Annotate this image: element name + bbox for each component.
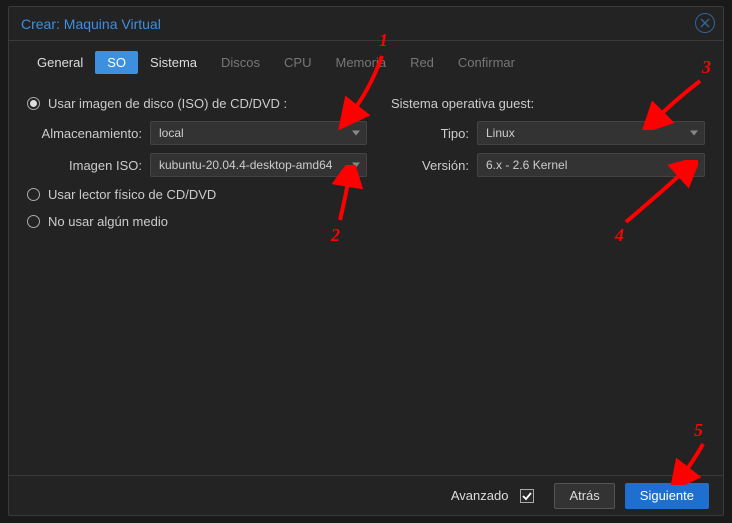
radio-physical[interactable]: Usar lector físico de CD/DVD [27, 181, 367, 208]
radio-label: No usar algún medio [48, 214, 168, 229]
chevron-down-icon [690, 163, 698, 168]
tab-memoria[interactable]: Memoria [323, 51, 398, 74]
version-dropdown[interactable]: 6.x - 2.6 Kernel [477, 153, 705, 177]
right-column: Sistema operativa guest: Tipo: Linux Ver… [391, 90, 705, 235]
version-value: 6.x - 2.6 Kernel [486, 158, 567, 172]
vm-create-dialog: Crear: Maquina Virtual General SO Sistem… [8, 6, 724, 516]
tab-general[interactable]: General [25, 51, 95, 74]
type-dropdown[interactable]: Linux [477, 121, 705, 145]
type-value: Linux [486, 126, 515, 140]
tab-bar: General SO Sistema Discos CPU Memoria Re… [9, 41, 723, 82]
storage-value: local [159, 126, 184, 140]
storage-row: Almacenamiento: local [27, 117, 367, 149]
close-button[interactable] [695, 13, 715, 33]
radio-icon [27, 215, 40, 228]
iso-row: Imagen ISO: kubuntu-20.04.4-desktop-amd6… [27, 149, 367, 181]
tab-so[interactable]: SO [95, 51, 138, 74]
close-icon [700, 18, 710, 28]
iso-label: Imagen ISO: [27, 158, 142, 173]
type-row: Tipo: Linux [391, 117, 705, 149]
iso-dropdown[interactable]: kubuntu-20.04.4-desktop-amd64 [150, 153, 367, 177]
tab-red[interactable]: Red [398, 51, 446, 74]
version-label: Versión: [391, 158, 469, 173]
tab-discos[interactable]: Discos [209, 51, 272, 74]
chevron-down-icon [352, 131, 360, 136]
storage-label: Almacenamiento: [27, 126, 142, 141]
radio-use-iso[interactable]: Usar imagen de disco (ISO) de CD/DVD : [27, 90, 367, 117]
tab-sistema[interactable]: Sistema [138, 51, 209, 74]
storage-dropdown[interactable]: local [150, 121, 367, 145]
dialog-footer: Avanzado Atrás Siguiente [9, 475, 723, 515]
radio-label: Usar imagen de disco (ISO) de CD/DVD : [48, 96, 287, 111]
dialog-header: Crear: Maquina Virtual [9, 7, 723, 41]
tab-confirmar[interactable]: Confirmar [446, 51, 527, 74]
next-button[interactable]: Siguiente [625, 483, 709, 509]
dialog-title: Crear: Maquina Virtual [21, 16, 161, 32]
check-icon [522, 491, 532, 501]
chevron-down-icon [352, 163, 360, 168]
advanced-label: Avanzado [451, 488, 509, 503]
back-button[interactable]: Atrás [554, 483, 614, 509]
iso-value: kubuntu-20.04.4-desktop-amd64 [159, 158, 332, 172]
guest-os-title: Sistema operativa guest: [391, 90, 705, 117]
left-column: Usar imagen de disco (ISO) de CD/DVD : A… [27, 90, 367, 235]
dialog-body: Usar imagen de disco (ISO) de CD/DVD : A… [9, 82, 723, 243]
radio-label: Usar lector físico de CD/DVD [48, 187, 216, 202]
advanced-checkbox[interactable] [520, 489, 534, 503]
chevron-down-icon [690, 131, 698, 136]
radio-icon [27, 188, 40, 201]
version-row: Versión: 6.x - 2.6 Kernel [391, 149, 705, 181]
type-label: Tipo: [391, 126, 469, 141]
radio-icon [27, 97, 40, 110]
tab-cpu[interactable]: CPU [272, 51, 323, 74]
radio-none[interactable]: No usar algún medio [27, 208, 367, 235]
